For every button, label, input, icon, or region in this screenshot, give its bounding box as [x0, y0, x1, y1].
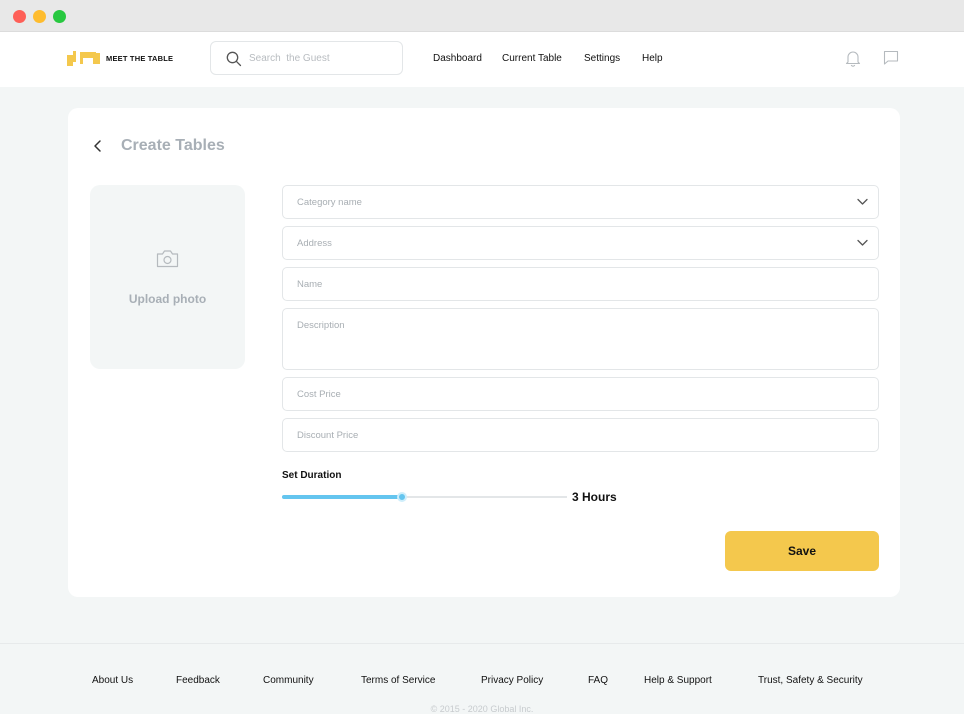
chevron-down-icon: [857, 198, 868, 205]
duration-value: 3 Hours: [572, 490, 617, 504]
duration-slider[interactable]: [282, 492, 567, 502]
search-input[interactable]: [249, 50, 394, 67]
slider-fill: [282, 495, 402, 499]
footer-link-privacy[interactable]: Privacy Policy: [481, 675, 543, 686]
save-button[interactable]: Save: [725, 531, 879, 571]
nav-dashboard[interactable]: Dashboard: [433, 53, 482, 64]
cost-price-field[interactable]: Cost Price: [282, 377, 879, 411]
slider-thumb[interactable]: [396, 492, 407, 502]
brand-name: MEET THE TABLE: [106, 53, 174, 63]
category-name-placeholder: Category name: [297, 197, 362, 208]
chat-icon[interactable]: [883, 50, 899, 66]
bell-icon[interactable]: [845, 50, 861, 67]
page-title: Create Tables: [121, 137, 225, 154]
name-field[interactable]: Name: [282, 267, 879, 301]
footer-link-help-support[interactable]: Help & Support: [644, 675, 712, 686]
camera-icon: [156, 250, 179, 268]
footer-link-terms[interactable]: Terms of Service: [361, 675, 435, 686]
upload-photo-label: Upload photo: [128, 292, 207, 306]
minimize-window-button[interactable]: [33, 10, 46, 23]
copyright-text: © 2015 - 2020 Global Inc.: [430, 704, 534, 714]
footer-link-feedback[interactable]: Feedback: [176, 675, 220, 686]
duration-label: Set Duration: [282, 470, 342, 481]
search-box[interactable]: [210, 41, 403, 75]
nav-help[interactable]: Help: [642, 53, 663, 64]
discount-price-placeholder: Discount Price: [297, 430, 359, 441]
maximize-window-button[interactable]: [53, 10, 66, 23]
discount-price-field[interactable]: Discount Price: [282, 418, 879, 452]
address-placeholder: Address: [297, 238, 332, 249]
footer-link-community[interactable]: Community: [263, 675, 314, 686]
address-select[interactable]: Address: [282, 226, 879, 260]
window-titlebar: [0, 0, 964, 32]
name-placeholder: Name: [297, 279, 323, 290]
top-header: MEET THE TABLE Dashboard Current Table S…: [0, 32, 964, 87]
footer-link-faq[interactable]: FAQ: [588, 675, 608, 686]
chevron-left-icon[interactable]: [90, 138, 106, 154]
search-icon: [226, 51, 242, 67]
description-placeholder: Description: [297, 320, 345, 331]
brand-logo[interactable]: MEET THE TABLE: [67, 50, 173, 66]
nav-settings[interactable]: Settings: [584, 53, 620, 64]
upload-photo-area[interactable]: Upload photo: [90, 185, 245, 369]
description-field[interactable]: Description: [282, 308, 879, 370]
footer-divider: [0, 643, 964, 644]
close-window-button[interactable]: [13, 10, 26, 23]
table-logo-icon: [67, 51, 100, 66]
cost-price-placeholder: Cost Price: [297, 389, 341, 400]
category-name-select[interactable]: Category name: [282, 185, 879, 219]
footer-link-trust-safety[interactable]: Trust, Safety & Security: [758, 675, 863, 686]
nav-current-table[interactable]: Current Table: [502, 53, 562, 64]
footer-link-about-us[interactable]: About Us: [92, 675, 133, 686]
chevron-down-icon: [857, 239, 868, 246]
create-table-card: Create Tables Upload photo Category name…: [68, 108, 900, 597]
